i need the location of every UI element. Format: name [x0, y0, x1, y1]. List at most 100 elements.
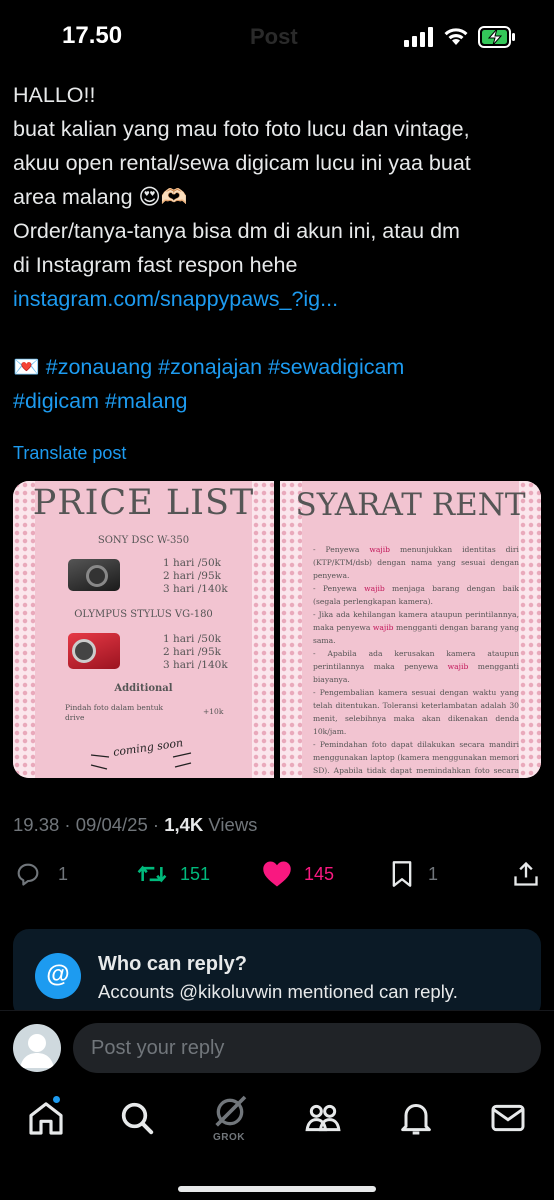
highlight-word: wajib — [364, 584, 385, 593]
post-line: HALLO!! — [13, 83, 96, 107]
share-button[interactable] — [512, 856, 540, 892]
highlight-word: wajib — [372, 623, 394, 632]
camera-lens — [86, 565, 108, 587]
search-icon — [121, 1102, 154, 1135]
who-can-reply-subtitle: Accounts @kikoluvwin mentioned can reply… — [98, 981, 458, 1002]
bookmark-icon — [392, 861, 412, 887]
rule-item: - Pengembalian kamera sesuai dengan wakt… — [313, 688, 519, 736]
price-line: 1 hari /50k — [163, 633, 222, 645]
syarat-rent-image[interactable]: - Penyewa wajib menunjukkan identitas di… — [280, 481, 541, 778]
at-icon: @ — [35, 953, 81, 999]
additional-text: Pindah foto dalam bentuk drive — [65, 703, 164, 722]
post-text: HALLO!! buat kalian yang mau foto foto l… — [13, 78, 543, 418]
bookmark-button[interactable]: 1 — [390, 856, 438, 892]
dot-border — [519, 481, 541, 778]
status-bar: Post 17.50 — [0, 0, 554, 70]
price-line: 3 hari /140k — [163, 583, 228, 595]
hashtags-line-1[interactable]: 💌 #zonauang #zonajajan #sewadigicam — [13, 350, 543, 384]
nav-search[interactable] — [117, 1098, 157, 1138]
camera-2-image — [68, 633, 120, 669]
status-time: 17.50 — [62, 22, 123, 49]
additional-title: Additional — [114, 683, 173, 694]
messages-icon — [491, 1104, 525, 1132]
syarat-rent-text: - Penyewa wajib menunjukkan identitas di… — [313, 543, 519, 778]
home-indicator[interactable] — [178, 1186, 376, 1192]
nav-messages[interactable] — [488, 1098, 528, 1138]
reply-button[interactable]: 1 — [14, 856, 68, 892]
price-line: 1 hari /50k — [163, 557, 222, 569]
views-count: 1,4K — [164, 814, 204, 835]
post-line: area malang 😍🫶🏻 — [13, 185, 188, 209]
heart-icon — [263, 861, 291, 887]
grok-icon — [215, 1095, 247, 1127]
who-can-reply-card: @ Who can reply? Accounts @kikoluvwin me… — [13, 929, 541, 1019]
nav-communities[interactable] — [303, 1098, 343, 1138]
highlight-word: wajib — [447, 662, 469, 671]
dot-border — [13, 481, 35, 778]
post-line: di Instagram fast respon hehe — [13, 253, 298, 277]
price-line: 3 hari /140k — [163, 659, 228, 671]
camera-lens — [72, 639, 96, 663]
syarat-rent-title: SYARAT RENT — [295, 487, 526, 523]
reply-icon — [17, 863, 39, 886]
camera-2-name: OLYMPUS STYLUS VG-180 — [74, 609, 213, 620]
additional-price: +10k — [203, 707, 224, 716]
hashtags-line-2[interactable]: #digicam #malang — [13, 384, 543, 418]
dot-border — [252, 481, 274, 778]
highlight-word: wajib — [369, 545, 391, 554]
share-icon — [514, 861, 538, 886]
battery-charging-icon — [478, 26, 515, 48]
media-gallery[interactable]: PRICE LIST SONY DSC W-350 1 hari /50k 2 … — [13, 481, 541, 778]
repost-icon — [137, 865, 167, 883]
rule-item: - Apabila ada kerusakan kamera ataupun p… — [313, 649, 519, 684]
camera-1-prices: 1 hari /50k 2 hari /95k 3 hari /140k — [163, 557, 228, 596]
nav-grok[interactable] — [210, 1092, 250, 1132]
price-list-title: PRICE LIST — [32, 483, 255, 523]
post-line: buat kalian yang mau foto foto lucu dan … — [13, 117, 470, 141]
coming-soon-decoration — [90, 752, 192, 770]
price-line: 2 hari /95k — [163, 646, 222, 658]
signal-icon — [404, 27, 433, 47]
wifi-icon — [444, 28, 468, 45]
bookmark-count: 1 — [428, 863, 439, 884]
repost-button[interactable]: 151 — [136, 856, 210, 892]
who-can-reply-title: Who can reply? — [98, 953, 247, 975]
post-meta: 19.38 · 09/04/25 · 1,4K Views — [13, 814, 257, 836]
bottom-nav: GROK — [0, 1082, 554, 1200]
post-line: akuu open rental/sewa digicam lucu ini y… — [13, 151, 471, 175]
like-button[interactable]: 145 — [262, 856, 334, 892]
rule-item: - Penyewa wajib menunjukkan identitas di… — [313, 545, 519, 580]
reply-count: 1 — [58, 863, 69, 884]
avatar[interactable] — [13, 1024, 61, 1072]
unread-dot — [53, 1096, 60, 1103]
rule-item: - Penyewa wajib menjaga barang dengan ba… — [313, 584, 519, 606]
default-avatar-icon — [20, 1034, 54, 1068]
notifications-icon — [401, 1104, 431, 1135]
repost-count: 151 — [180, 863, 211, 884]
nav-home[interactable] — [26, 1098, 66, 1138]
dot-border — [280, 481, 302, 778]
nav-notifications[interactable] — [396, 1098, 436, 1138]
camera-2-prices: 1 hari /50k 2 hari /95k 3 hari /140k — [163, 633, 228, 672]
home-icon — [29, 1102, 63, 1135]
rule-item: - Jika ada kehilangan kamera ataupun per… — [313, 610, 519, 645]
grok-label: GROK — [213, 1132, 245, 1143]
instagram-link[interactable]: instagram.com/snappypaws_?ig... — [13, 282, 543, 316]
views-label: Views — [203, 814, 258, 835]
reply-input[interactable] — [73, 1023, 541, 1073]
reply-bar — [0, 1010, 554, 1080]
post-actions: 1 151 145 1 — [0, 856, 554, 892]
like-count: 145 — [304, 863, 335, 884]
camera-1-name: SONY DSC W-350 — [97, 535, 190, 546]
rule-item: - Pemindahan foto dapat dilakukan secara… — [313, 740, 519, 775]
translate-post-link[interactable]: Translate post — [13, 443, 126, 464]
card-inner — [35, 481, 252, 778]
price-list-image[interactable]: PRICE LIST SONY DSC W-350 1 hari /50k 2 … — [13, 481, 274, 778]
post-line: Order/tanya-tanya bisa dm di akun ini, a… — [13, 219, 460, 243]
header-title: Post — [250, 24, 298, 49]
price-line: 2 hari /95k — [163, 570, 222, 582]
post-timestamp: 19.38 · 09/04/25 · — [13, 814, 165, 835]
camera-1-image — [68, 559, 120, 591]
communities-icon — [305, 1104, 341, 1132]
